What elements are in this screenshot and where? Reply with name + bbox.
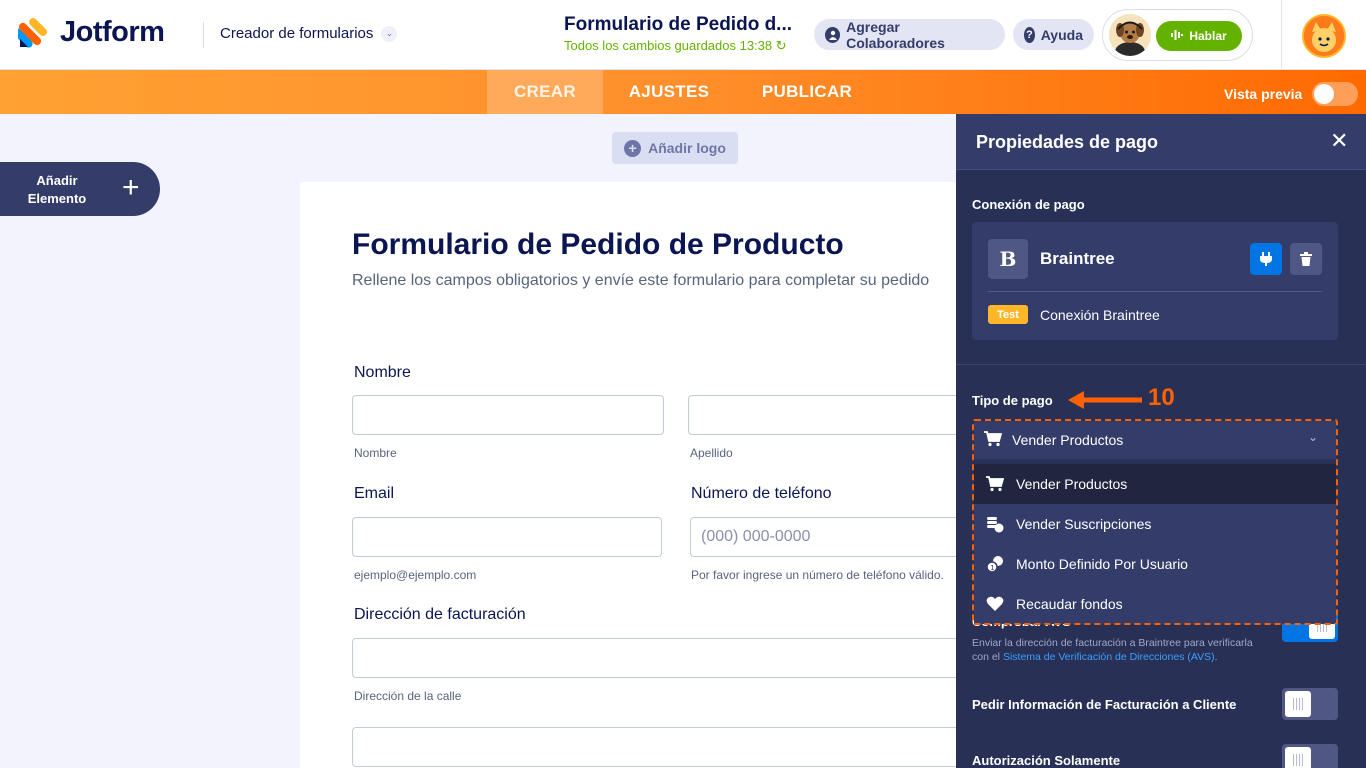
- user-icon: [825, 26, 841, 43]
- add-element-button[interactable]: Añadir Elemento +: [0, 162, 160, 216]
- creator-menu[interactable]: Creador de formularios ⌄: [220, 25, 398, 42]
- form-canvas: Formulario de Pedido de Producto Rellene…: [300, 182, 1000, 768]
- payment-connection-card: B Braintree Test Conexión Braintree: [972, 222, 1338, 340]
- braintree-logo-icon: B: [988, 239, 1028, 279]
- first-name-hint: Nombre: [354, 446, 397, 460]
- annotation-number: 10: [1148, 384, 1175, 411]
- trash-icon: [1300, 252, 1312, 266]
- plug-connect-button[interactable]: [1250, 243, 1282, 275]
- toggle-handle: [1285, 691, 1311, 717]
- question-icon: ?: [1024, 26, 1035, 43]
- toggle-knob: [1314, 84, 1335, 104]
- phone-input[interactable]: (000) 000-0000: [690, 517, 1000, 557]
- phone-label: Número de teléfono: [691, 485, 832, 502]
- first-name-input[interactable]: [352, 395, 664, 435]
- save-status-text: Todos los cambios guardados 13:38: [564, 38, 773, 53]
- form-heading[interactable]: Formulario de Pedido de Producto: [352, 228, 844, 262]
- dropdown-highlight-box: [972, 419, 1338, 625]
- logo-text: Jotform: [60, 16, 165, 48]
- phone-placeholder: (000) 000-0000: [701, 528, 811, 545]
- form-title-block: Formulario de Pedido d... Todos los camb…: [564, 14, 804, 54]
- auth-only-label: Autorización Solamente: [972, 753, 1121, 768]
- preview-label: Vista previa: [1224, 86, 1303, 102]
- name-label: Nombre: [354, 364, 411, 381]
- street-address-hint: Dirección de la calle: [354, 689, 462, 703]
- talk-button[interactable]: Hablar: [1156, 21, 1242, 51]
- header-divider: [203, 22, 204, 48]
- email-hint: ejemplo@ejemplo.com: [354, 568, 477, 582]
- billing-address-label: Dirección de facturación: [354, 606, 526, 623]
- last-name-input[interactable]: [688, 395, 1000, 435]
- street-address-line2-input[interactable]: [352, 727, 1000, 767]
- email-label: Email: [354, 485, 395, 502]
- avs-link[interactable]: Sistema de Verificación de Direcciones (…: [1003, 651, 1215, 663]
- avs-description: Enviar la dirección de facturación a Bra…: [972, 636, 1272, 664]
- annotation-arrow-icon: [1068, 391, 1142, 409]
- test-mode-badge: Test: [988, 305, 1028, 324]
- tab-publicar[interactable]: PUBLICAR: [748, 70, 866, 114]
- gateway-name: Braintree: [1040, 249, 1115, 268]
- connection-name: Conexión Braintree: [1040, 307, 1160, 323]
- add-collaborators-label: Agregar Colaboradores: [846, 18, 945, 51]
- add-logo-button[interactable]: + Añadir logo: [612, 132, 738, 164]
- close-icon[interactable]: ✕: [1330, 130, 1348, 152]
- user-avatar[interactable]: [1302, 14, 1346, 58]
- add-logo-label: Añadir logo: [648, 140, 726, 156]
- panel-header: Propiedades de pago ✕: [956, 114, 1366, 170]
- phone-hint: Por favor ingrese un número de teléfono …: [691, 568, 944, 582]
- delete-connection-button[interactable]: [1290, 243, 1322, 275]
- form-subheading[interactable]: Rellene los campos obligatorios y envíe …: [352, 272, 929, 290]
- refresh-icon[interactable]: ↻: [776, 38, 787, 53]
- last-name-hint: Apellido: [690, 446, 733, 460]
- billing-info-toggle[interactable]: [1282, 688, 1338, 720]
- chevron-down-icon: ⌄: [381, 25, 398, 42]
- soundwave-icon: [1171, 29, 1184, 44]
- preview-toggle[interactable]: [1312, 82, 1359, 106]
- street-address-input[interactable]: [352, 638, 1000, 678]
- connection-divider: [988, 291, 1322, 292]
- auth-only-toggle[interactable]: [1282, 744, 1338, 768]
- top-header: Jotform Creador de formularios ⌄ Formula…: [0, 0, 1366, 70]
- panel-divider: [956, 364, 1366, 365]
- avs-desc-end: .: [1214, 651, 1218, 663]
- form-title[interactable]: Formulario de Pedido d...: [564, 14, 804, 36]
- jotform-logo-icon: [13, 17, 50, 49]
- email-input[interactable]: [352, 517, 662, 557]
- jotform-logo[interactable]: Jotform: [13, 16, 165, 49]
- agent-avatar: [1109, 14, 1151, 56]
- panel-title: Propiedades de pago: [976, 132, 1159, 152]
- toggle-handle: [1285, 747, 1311, 768]
- builder-nav: CREAR AJUSTES PUBLICAR: [0, 70, 1366, 114]
- add-collaborators-button[interactable]: Agregar Colaboradores: [814, 18, 1005, 51]
- plus-icon: +: [122, 171, 140, 204]
- save-status: Todos los cambios guardados 13:38 ↻: [564, 38, 804, 54]
- plus-circle-icon: +: [624, 139, 642, 157]
- talk-label: Hablar: [1189, 29, 1227, 43]
- billing-info-label: Pedir Información de Facturación a Clien…: [972, 697, 1237, 712]
- payment-connection-label: Conexión de pago: [972, 197, 1085, 212]
- preview-toggle-group: Vista previa: [1224, 82, 1359, 106]
- help-button[interactable]: ? Ayuda: [1013, 19, 1094, 50]
- add-element-label: Añadir Elemento: [27, 173, 87, 206]
- payment-type-label: Tipo de pago: [972, 393, 1053, 408]
- tab-ajustes[interactable]: AJUSTES: [612, 70, 726, 114]
- creator-label: Creador de formularios: [220, 25, 374, 42]
- ai-agent-widget: Hablar: [1102, 9, 1253, 61]
- help-label: Ayuda: [1040, 26, 1083, 43]
- plug-icon: [1260, 252, 1272, 266]
- header-divider-right: [1281, 0, 1282, 70]
- tab-crear[interactable]: CREAR: [487, 70, 603, 114]
